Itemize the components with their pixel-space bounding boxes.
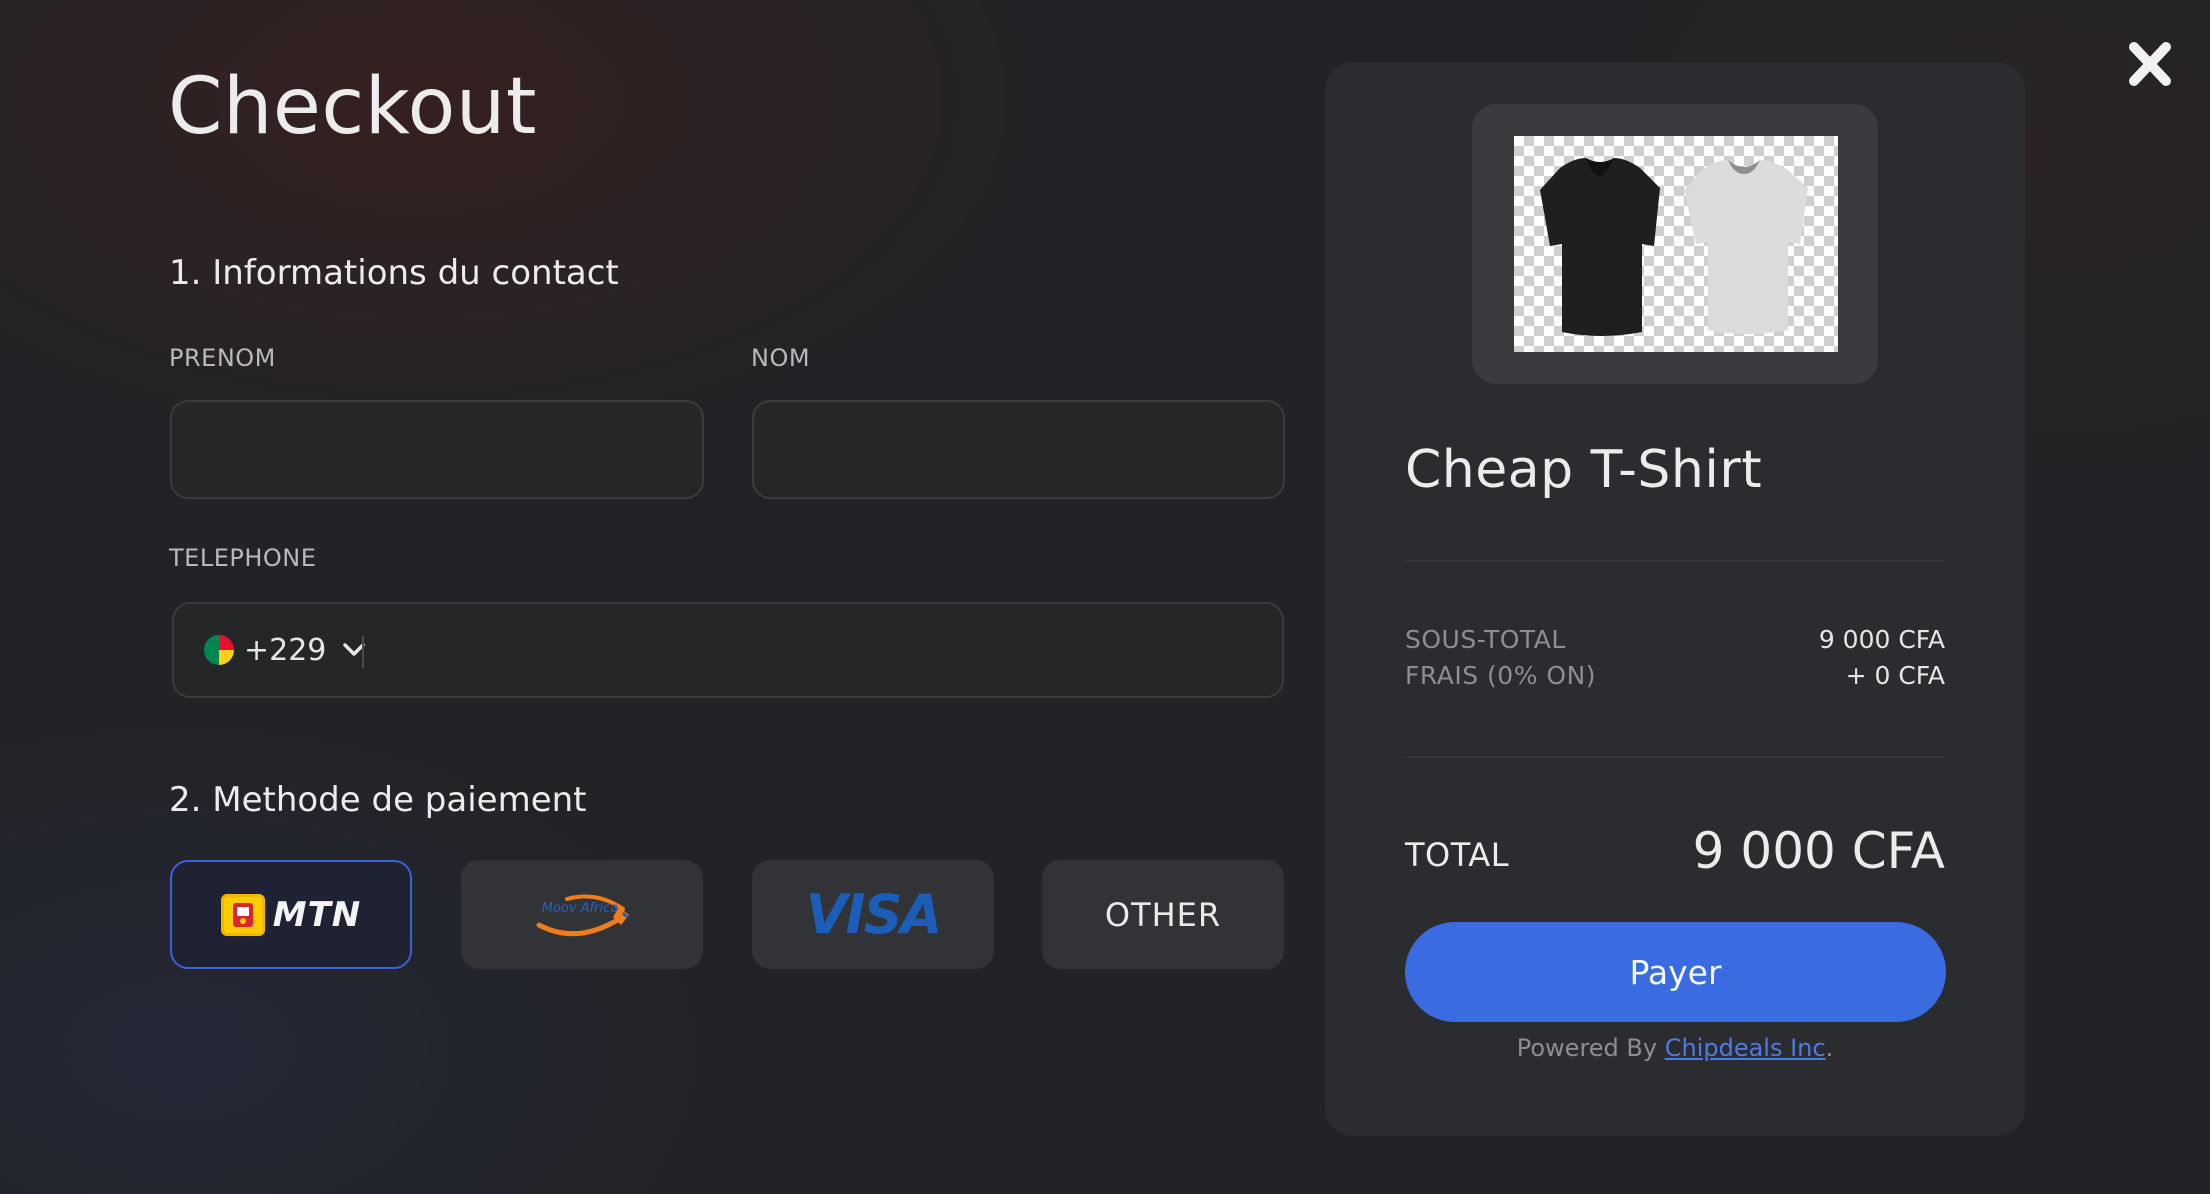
country-code-select[interactable]: +229 xyxy=(204,604,366,696)
powered-by-suffix: . xyxy=(1825,1034,1834,1062)
powered-by-text: Powered By Chipdeals Inc. xyxy=(1325,1034,2025,1062)
mtn-logo-icon xyxy=(220,893,265,936)
fees-label: FRAIS (0% ON) xyxy=(1405,661,1597,690)
mtn-logo-text: MTN xyxy=(272,894,362,935)
phone-input[interactable] xyxy=(370,604,1270,696)
last-name-label: NOM xyxy=(751,344,811,372)
visa-logo-text: VISA xyxy=(805,883,943,946)
product-name: Cheap T-Shirt xyxy=(1405,440,1763,500)
total-label: TOTAL xyxy=(1405,836,1510,874)
order-summary-card: Cheap T-Shirt SOUS-TOTAL 9 000 CFA FRAIS… xyxy=(1325,62,2025,1136)
contact-section-title: 1. Informations du contact xyxy=(169,253,619,293)
last-name-input[interactable] xyxy=(752,400,1285,499)
payment-option-mtn[interactable]: MTN xyxy=(170,860,412,969)
pay-button[interactable]: Payer xyxy=(1405,922,1946,1022)
moov-logo-text: Moov Africa xyxy=(542,901,619,916)
subtotal-value: 9 000 CFA xyxy=(1818,625,1945,654)
other-option-label: OTHER xyxy=(1104,895,1222,934)
summary-divider-top xyxy=(1405,560,1945,562)
summary-divider-bottom xyxy=(1405,756,1945,758)
powered-by-prefix: Powered By xyxy=(1516,1034,1665,1062)
chipdeals-link[interactable]: Chipdeals Inc xyxy=(1665,1034,1826,1062)
phone-label: TELEPHONE xyxy=(169,544,317,572)
first-name-label: PRENOM xyxy=(169,344,276,372)
phone-field: +229 xyxy=(172,602,1284,698)
phone-divider xyxy=(362,636,364,668)
first-name-input[interactable] xyxy=(170,400,704,499)
close-icon xyxy=(2129,42,2171,86)
benin-flag-icon xyxy=(204,635,234,665)
payment-section-title: 2. Methode de paiement xyxy=(169,780,587,820)
fees-value: + 0 CFA xyxy=(1845,661,1945,690)
payment-option-moov[interactable]: Moov Africa xyxy=(461,860,703,969)
subtotal-label: SOUS-TOTAL xyxy=(1405,625,1566,654)
payment-option-visa[interactable]: VISA xyxy=(752,860,994,969)
product-image-frame xyxy=(1472,104,1878,384)
moov-africa-logo-icon: Moov Africa xyxy=(536,894,629,936)
tshirt-product-image xyxy=(1514,136,1838,352)
dial-code: +229 xyxy=(244,632,327,668)
total-value: 9 000 CFA xyxy=(1692,822,1945,880)
close-button[interactable] xyxy=(2124,34,2176,94)
payment-option-other[interactable]: OTHER xyxy=(1042,860,1284,969)
page-title: Checkout xyxy=(168,62,537,152)
